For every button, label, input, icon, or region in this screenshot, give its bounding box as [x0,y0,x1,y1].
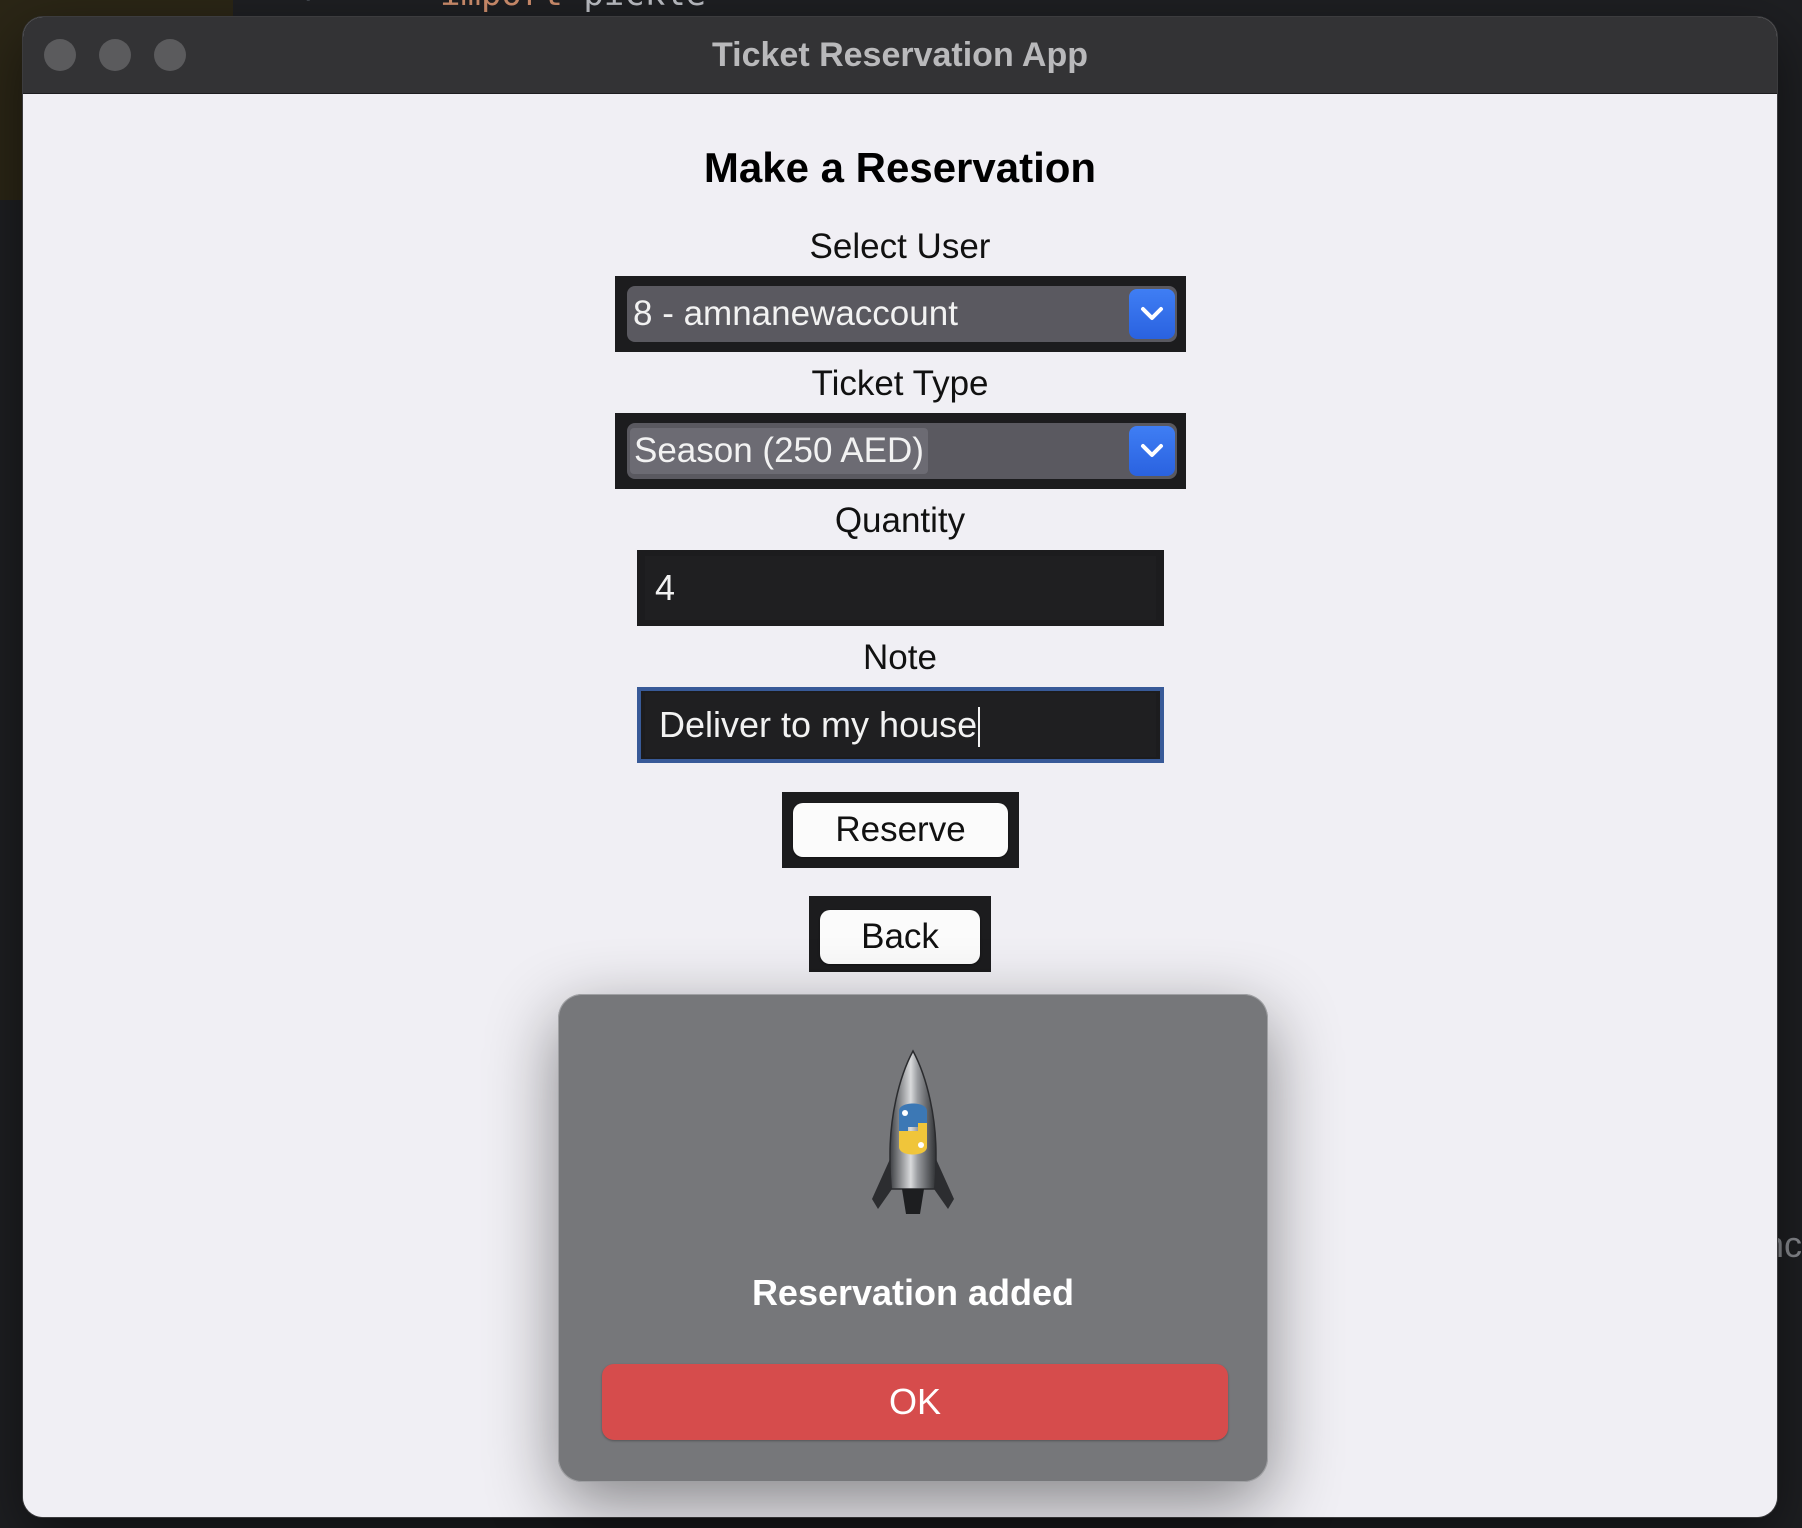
ok-button[interactable]: OK [602,1364,1228,1440]
back-button[interactable]: Back [820,910,980,964]
ticket-type-label: Ticket Type [811,364,989,403]
alert-message: Reservation added [751,1272,1075,1313]
select-user-label: Select User [809,227,991,266]
editor-code-line: import pickle [440,0,706,14]
chevron-down-icon[interactable] [1129,426,1175,476]
python-launcher-rocket-icon [858,1049,968,1219]
note-input[interactable]: Deliver to my house [645,693,1156,757]
quantity-input[interactable]: 4 [645,556,1156,620]
editor-line-number: 4 [296,0,314,9]
reserve-button[interactable]: Reserve [793,803,1008,857]
quantity-field[interactable]: 4 [637,550,1164,626]
note-field[interactable]: Deliver to my house [637,687,1164,763]
code-module: pickle [583,0,706,14]
quantity-value: 4 [655,567,676,608]
text-caret [978,707,981,748]
title-bar: Ticket Reservation App [23,17,1777,94]
window-title: Ticket Reservation App [711,36,1088,74]
select-user-field[interactable]: 8 - amnanewaccount [627,286,1177,342]
select-user-value: 8 - amnanewaccount [633,294,958,333]
note-value: Deliver to my house [659,704,978,745]
note-label: Note [863,638,937,677]
back-button-frame: Back [809,896,991,972]
note-text: Deliver to my house [659,693,981,757]
reserve-button-frame: Reserve [782,792,1019,868]
select-user-combobox[interactable]: 8 - amnanewaccount [615,276,1186,352]
code-keyword: import [440,0,563,14]
ticket-type-field[interactable]: Season (250 AED) [627,423,1177,479]
alert-dialog: Reservation added OK [558,994,1268,1482]
chevron-down-icon[interactable] [1129,289,1175,339]
ticket-type-combobox[interactable]: Season (250 AED) [615,413,1186,489]
page-title: Make a Reservation [703,144,1097,191]
quantity-label: Quantity [834,501,966,540]
ticket-type-value: Season (250 AED) [630,428,928,474]
